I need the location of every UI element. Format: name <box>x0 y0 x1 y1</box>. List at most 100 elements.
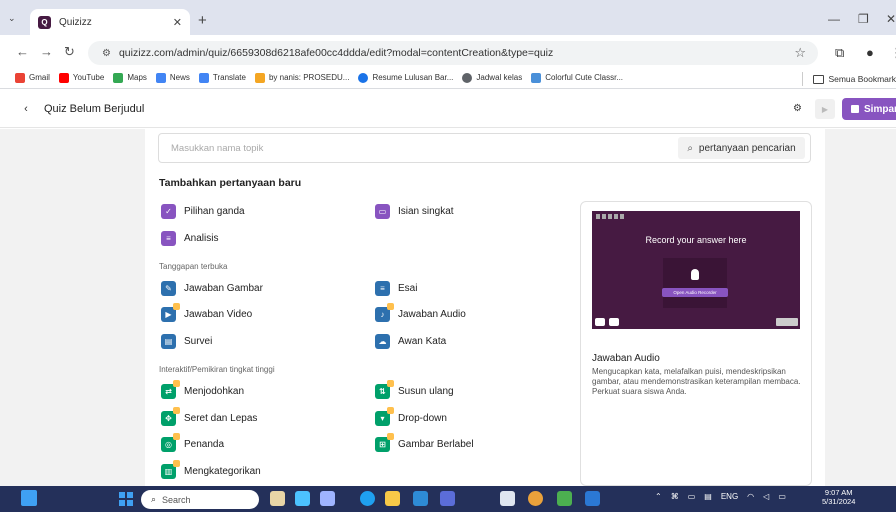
display-icon[interactable]: ▤ <box>704 492 712 501</box>
bookmark-maps[interactable]: Maps <box>113 72 147 83</box>
language-indicator[interactable]: ENG <box>721 492 738 501</box>
bookmark-star-icon[interactable]: ☆ <box>794 45 806 61</box>
gmail-icon <box>15 72 25 83</box>
taskbar-app-icon[interactable] <box>270 491 285 506</box>
bookmark-gmail[interactable]: Gmail <box>15 72 50 83</box>
match-icon: ⇄ <box>161 380 180 399</box>
premium-badge <box>173 433 180 440</box>
taskbar-app-icon[interactable] <box>320 491 335 506</box>
extensions-icon[interactable]: ⧉ <box>835 45 844 61</box>
all-bookmarks[interactable]: Semua Bookmark <box>802 72 896 86</box>
chevron-up-icon[interactable]: ⌃ <box>655 492 662 501</box>
translate-icon <box>198 72 209 83</box>
search-questions-button[interactable]: ⌕ pertanyaan pencarian <box>678 137 805 159</box>
site-settings-icon[interactable]: ⚙ <box>102 48 111 59</box>
bookmark-youtube[interactable]: YouTube <box>58 72 104 83</box>
wifi-icon[interactable]: ◠ <box>747 492 754 501</box>
new-tab-icon[interactable]: + <box>198 12 207 29</box>
question-type-jawaban-audio[interactable]: ♪ Jawaban Audio <box>375 303 466 322</box>
question-type-gambar-berlabel[interactable]: ⊞ Gambar Berlabel <box>375 433 474 452</box>
quiz-title[interactable]: Quiz Belum Berjudul <box>44 103 144 115</box>
save-button[interactable]: Simpan <box>842 98 896 120</box>
url-text: quizizz.com/admin/quiz/6659308d6218afe00… <box>118 47 554 59</box>
save-disk-icon <box>851 105 859 113</box>
question-type-pilihan-ganda[interactable]: ✓ Pilihan ganda <box>161 204 245 219</box>
bookmark-resume[interactable]: Resume Lulusan Bar... <box>358 72 453 83</box>
microphone-icon <box>691 269 699 280</box>
maps-icon <box>113 72 124 83</box>
video-control-icon <box>609 318 619 326</box>
reload-icon[interactable]: ↻ <box>64 44 75 60</box>
video-icon: ▶ <box>161 303 180 322</box>
classroom-icon <box>531 72 542 83</box>
tab-search-icon[interactable]: ⌄ <box>8 13 16 24</box>
mail-icon[interactable] <box>413 491 428 506</box>
question-type-susun-ulang[interactable]: ⇅ Susun ulang <box>375 380 454 399</box>
question-type-penanda[interactable]: ◎ Penanda <box>161 433 224 452</box>
analysis-icon: ≡ <box>161 231 176 246</box>
question-type-mengkategorikan[interactable]: ▥ Mengkategorikan <box>161 460 261 479</box>
topic-search-input[interactable]: Masukkan nama topik <box>171 143 678 154</box>
section-interactive: Interaktif/Pemikiran tingkat tinggi <box>159 365 275 374</box>
taskbar-clock[interactable]: 9:07 AM 5/31/2024 <box>822 488 855 507</box>
restore-icon[interactable]: ❐ <box>858 12 869 26</box>
microphone-icon: ♪ <box>375 303 394 322</box>
question-type-drop-down[interactable]: ▾ Drop-down <box>375 407 447 426</box>
keyboard-icon[interactable]: ▭ <box>688 492 696 501</box>
question-type-menjodohkan[interactable]: ⇄ Menjodohkan <box>161 380 244 399</box>
network-icon[interactable]: ⌘ <box>671 492 679 501</box>
question-type-seret-dan-lepas[interactable]: ✥ Seret dan Lepas <box>161 407 257 426</box>
question-type-analisis[interactable]: ≡ Analisis <box>161 231 218 246</box>
hotspot-icon: ◎ <box>161 433 180 452</box>
slides-icon <box>254 72 265 83</box>
checkbox-icon: ✓ <box>161 204 176 219</box>
premium-badge <box>173 380 180 387</box>
text-box-icon: ▭ <box>375 204 390 219</box>
windows-start-icon[interactable] <box>119 492 133 506</box>
question-type-jawaban-gambar[interactable]: ✎ Jawaban Gambar <box>161 281 263 296</box>
reorder-icon: ⇅ <box>375 380 394 399</box>
question-type-isian-singkat[interactable]: ▭ Isian singkat <box>375 204 454 219</box>
file-explorer-icon[interactable] <box>385 491 400 506</box>
battery-icon[interactable]: ▭ <box>778 492 786 501</box>
premium-badge <box>387 433 394 440</box>
bookmark-jadwal[interactable]: Jadwal kelas <box>462 72 522 83</box>
close-tab-icon[interactable]: ✕ <box>173 16 182 29</box>
taskbar-search[interactable]: ⌕ Search <box>141 490 259 509</box>
chrome-icon[interactable] <box>528 491 543 506</box>
bookmarks-bar: Gmail YouTube Maps News Translate by nan… <box>0 67 896 89</box>
forward-arrow-icon[interactable]: → <box>40 44 53 59</box>
premium-badge <box>173 460 180 467</box>
categorize-icon: ▥ <box>161 460 180 479</box>
taskbar-app-icon[interactable] <box>500 491 515 506</box>
video-control-icon <box>595 318 605 326</box>
widgets-icon[interactable] <box>21 490 37 506</box>
bookmark-classroom[interactable]: Colorful Cute Classr... <box>531 72 623 83</box>
question-type-jawaban-video[interactable]: ▶ Jawaban Video <box>161 303 252 322</box>
question-type-esai[interactable]: ≡ Esai <box>375 281 417 296</box>
word-icon[interactable] <box>585 491 600 506</box>
url-input[interactable]: ⚙ quizizz.com/admin/quiz/6659308d6218afe… <box>88 41 818 65</box>
menu-dots-icon[interactable]: ⋮ <box>890 45 896 61</box>
topic-search-row: Masukkan nama topik ⌕ pertanyaan pencari… <box>158 133 811 163</box>
folder-icon <box>813 74 825 84</box>
question-type-awan-kata[interactable]: ☁ Awan Kata <box>375 334 446 349</box>
close-window-icon[interactable]: ✕ <box>886 12 896 26</box>
search-icon: ⌕ <box>151 494 157 504</box>
edge-icon[interactable] <box>360 491 375 506</box>
browser-tab[interactable]: Q Quizizz ✕ <box>30 9 190 35</box>
profile-icon[interactable]: ● <box>866 45 874 60</box>
preview-play-button[interactable]: ▶ <box>815 99 835 119</box>
volume-icon[interactable]: ◁ <box>763 492 769 501</box>
taskbar-app-icon[interactable] <box>295 491 310 506</box>
bookmark-translate[interactable]: Translate <box>198 72 246 83</box>
minimize-icon[interactable]: — <box>828 12 840 26</box>
taskbar-app-icon[interactable] <box>557 491 572 506</box>
back-arrow-icon[interactable]: ← <box>16 44 29 59</box>
settings-gear-icon[interactable]: ⚙ <box>793 103 802 114</box>
back-chevron-icon[interactable]: ‹ <box>18 101 34 117</box>
question-type-survei[interactable]: ▤ Survei <box>161 334 212 349</box>
bookmark-prosedur[interactable]: by nanis: PROSEDU... <box>254 72 349 83</box>
bookmark-news[interactable]: News <box>155 72 190 83</box>
taskbar-app-icon[interactable] <box>440 491 455 506</box>
